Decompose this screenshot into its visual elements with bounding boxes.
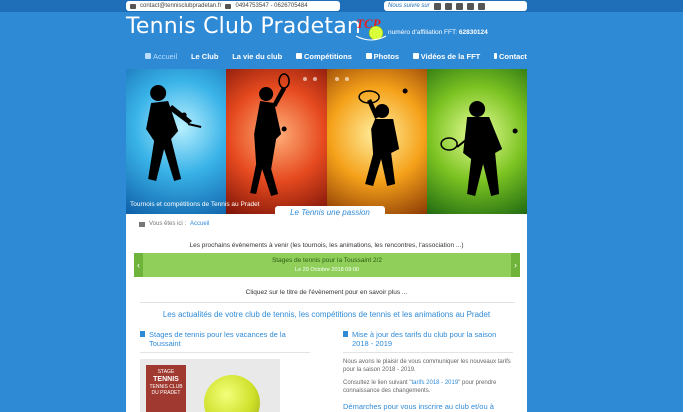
nav-videos[interactable]: Vidéos de la FFT bbox=[412, 50, 481, 62]
article-text: Nous avons le plaisir de vous communique… bbox=[343, 359, 511, 373]
home-icon[interactable] bbox=[139, 221, 145, 227]
slider-dot[interactable] bbox=[345, 77, 349, 81]
nav-le-club[interactable]: Le Club bbox=[191, 50, 219, 62]
nav-photos[interactable]: Photos bbox=[365, 50, 400, 62]
event-carousel: ‹ Stages de tennis pour la Toussaint 2/2… bbox=[134, 253, 520, 277]
banner-panel-blue bbox=[126, 69, 227, 214]
nav-videos-label: Vidéos de la FFT bbox=[420, 51, 481, 61]
google-plus-icon[interactable] bbox=[466, 2, 474, 10]
banner-caption: Tournois et compétitions de Tennis au Pr… bbox=[130, 201, 260, 208]
article-left: Stages de tennis pour les vacances de la… bbox=[140, 330, 310, 353]
nav-le-club-label: Le Club bbox=[190, 51, 219, 61]
instagram-icon[interactable] bbox=[477, 2, 485, 10]
divider bbox=[343, 352, 513, 353]
article-text-part: Consultez le lien suivant " bbox=[343, 380, 412, 386]
click-hint: Cliquez sur le titre de l'évènement pour… bbox=[245, 289, 408, 296]
contact-info: contact@tennisclubpradetan.fr 0494753547… bbox=[126, 1, 340, 11]
banner-panel-green bbox=[426, 69, 527, 214]
news-heading: Les actualités de votre club de tennis, … bbox=[162, 310, 491, 319]
event-date: Le 29 Octobre 2018 09:00 bbox=[295, 267, 359, 273]
hero-banner[interactable] bbox=[126, 69, 527, 214]
camera-icon bbox=[365, 53, 372, 59]
bookmark-icon bbox=[343, 331, 348, 337]
trophy-icon bbox=[295, 53, 302, 59]
nav-competitions[interactable]: Compétitions bbox=[295, 50, 352, 62]
article-title[interactable]: Stages de tennis pour les vacances de la… bbox=[140, 330, 310, 348]
twitter-icon[interactable] bbox=[444, 2, 452, 10]
nav-accueil-label: Accueil bbox=[153, 51, 178, 61]
article-title-2[interactable]: Démarches pour vous inscrire au club et/… bbox=[343, 402, 513, 412]
banner-panel-red bbox=[226, 69, 327, 214]
nav-vie-du-club[interactable]: La vie du club bbox=[232, 50, 282, 62]
slider-dots bbox=[303, 77, 349, 81]
article-text: Consultez le lien suivant "tarifs 2018 -… bbox=[343, 379, 513, 395]
affiliation-number: 62830124 bbox=[458, 29, 488, 36]
nav-accueil[interactable]: Accueil bbox=[145, 50, 177, 62]
social-bar: Nous suivre sur bbox=[384, 1, 527, 11]
tagline: Le Tennis une passion bbox=[275, 206, 385, 219]
contact-email[interactable]: contact@tennisclubpradetan.fr bbox=[140, 1, 221, 11]
main-nav: Accueil Le Club La vie du club Compétiti… bbox=[145, 50, 527, 62]
banner-panel-orange bbox=[326, 69, 427, 214]
nav-photos-label: Photos bbox=[373, 51, 400, 61]
divider bbox=[140, 352, 310, 353]
slider-dot[interactable] bbox=[313, 77, 317, 81]
stage-line4: DU PRADET bbox=[151, 390, 181, 396]
divider bbox=[140, 302, 515, 303]
bookmark-icon bbox=[140, 331, 145, 337]
slider-dot[interactable] bbox=[303, 77, 307, 81]
player-silhouette bbox=[357, 88, 408, 186]
breadcrumb-current[interactable]: Accueil bbox=[190, 221, 209, 227]
phone-icon bbox=[225, 3, 232, 9]
events-intro: Les prochains évènements à venir (les to… bbox=[189, 242, 464, 249]
scrollbar[interactable] bbox=[683, 0, 687, 412]
tarifs-link[interactable]: tarifs 2018 - 2019 bbox=[412, 380, 459, 386]
video-icon bbox=[412, 53, 419, 59]
home-icon bbox=[145, 53, 151, 59]
tennis-ball-icon bbox=[204, 375, 260, 412]
article-title-text[interactable]: Stages de tennis pour les vacances de la… bbox=[149, 330, 310, 348]
event-title[interactable]: Stages de tennis pour la Toussaint 2/2 bbox=[134, 257, 520, 264]
article-title-text[interactable]: Mise à jour des tarifs du club pour la s… bbox=[352, 330, 513, 348]
nav-contact[interactable]: Contact bbox=[494, 50, 527, 62]
nav-vie-du-club-label: La vie du club bbox=[232, 51, 283, 61]
top-bar bbox=[0, 0, 687, 12]
player-silhouette bbox=[146, 85, 202, 181]
nav-competitions-label: Compétitions bbox=[303, 51, 352, 61]
nav-contact-label: Contact bbox=[499, 51, 527, 61]
affiliation-label: numéro d'affiliation FFT: bbox=[388, 29, 458, 36]
facebook-icon[interactable] bbox=[433, 2, 441, 10]
article-title-2-text[interactable]: Démarches pour vous inscrire au club et/… bbox=[343, 402, 513, 412]
next-arrow-icon[interactable]: › bbox=[511, 253, 520, 277]
slider-dot[interactable] bbox=[335, 77, 339, 81]
club-logo[interactable]: TCP bbox=[354, 14, 388, 44]
envelope-icon bbox=[130, 3, 136, 9]
breadcrumb-prefix: Vous êtes ici : bbox=[149, 221, 187, 227]
player-silhouette bbox=[250, 73, 291, 196]
stage-image[interactable]: STAGE TENNIS TENNIS CLUB DU PRADET bbox=[140, 359, 280, 412]
breadcrumb: Vous êtes ici : Accueil bbox=[139, 221, 209, 227]
youtube-icon[interactable] bbox=[455, 2, 463, 10]
stage-poster: STAGE TENNIS TENNIS CLUB DU PRADET bbox=[146, 365, 186, 412]
affiliation: numéro d'affiliation FFT: 62830124 bbox=[388, 29, 488, 36]
stage-line2: TENNIS bbox=[153, 376, 179, 383]
info-icon bbox=[494, 53, 498, 59]
article-right: Mise à jour des tarifs du club pour la s… bbox=[343, 330, 513, 412]
player-silhouette bbox=[440, 101, 518, 196]
contact-phones: 0494753547 - 0626705484 bbox=[235, 3, 308, 9]
article-title[interactable]: Mise à jour des tarifs du club pour la s… bbox=[343, 330, 513, 348]
follow-label: Nous suivre sur bbox=[388, 3, 430, 9]
site-title[interactable]: Tennis Club Pradetan bbox=[126, 14, 361, 39]
